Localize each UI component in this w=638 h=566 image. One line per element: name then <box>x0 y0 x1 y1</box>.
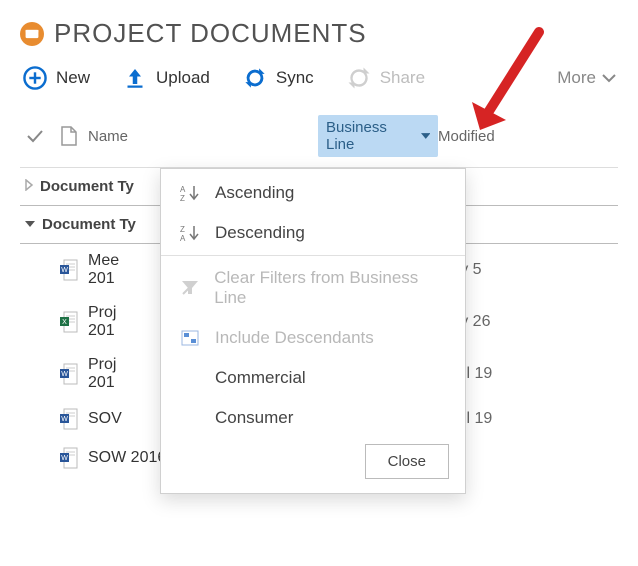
excel-icon: X <box>50 311 88 333</box>
caret-down-icon <box>24 216 36 233</box>
chevron-down-icon <box>421 132 430 140</box>
file-name2: 201 <box>88 322 115 339</box>
library-icon <box>20 22 44 46</box>
share-label: Share <box>380 68 425 88</box>
svg-text:Z: Z <box>180 194 185 202</box>
file-name: SOV <box>88 410 122 427</box>
select-all-check[interactable] <box>20 129 50 143</box>
svg-text:W: W <box>61 416 68 423</box>
chevron-down-icon <box>602 68 616 88</box>
sort-ascending-label: Ascending <box>215 183 294 203</box>
plus-icon <box>22 65 48 91</box>
new-label: New <box>56 68 90 88</box>
svg-text:W: W <box>61 267 68 274</box>
include-descendants-label: Include Descendants <box>215 328 374 348</box>
svg-text:W: W <box>61 371 68 378</box>
svg-text:X: X <box>62 319 67 326</box>
file-name: Proj <box>88 304 116 321</box>
sort-descending-label: Descending <box>215 223 305 243</box>
toolbar: New Upload Sync Share More <box>20 61 618 109</box>
sort-descending-item[interactable]: ZA Descending <box>161 213 465 253</box>
column-business-line[interactable]: Business Line <box>318 115 438 157</box>
hierarchy-icon <box>179 330 201 346</box>
file-type-header[interactable] <box>50 126 88 146</box>
sort-asc-icon: AZ <box>179 184 201 202</box>
column-business-line-label: Business Line <box>326 119 415 153</box>
column-header-row: Name Business Line Modified <box>20 109 618 168</box>
group-label: Document Ty <box>40 178 134 195</box>
new-button[interactable]: New <box>22 65 90 91</box>
upload-label: Upload <box>156 68 210 88</box>
filter-option-consumer[interactable]: Consumer <box>161 398 465 438</box>
column-name[interactable]: Name <box>88 128 318 145</box>
sort-desc-icon: ZA <box>179 224 201 242</box>
group-label: Document Ty <box>42 216 136 233</box>
svg-text:Z: Z <box>180 225 185 234</box>
sync-icon <box>242 65 268 91</box>
menu-separator <box>161 255 465 256</box>
page-title: PROJECT DOCUMENTS <box>54 18 367 49</box>
more-label: More <box>557 68 596 88</box>
file-name2: 201 <box>88 270 115 287</box>
upload-icon <box>122 65 148 91</box>
page-header: PROJECT DOCUMENTS <box>20 18 618 49</box>
sync-button[interactable]: Sync <box>242 65 314 91</box>
more-button[interactable]: More <box>557 68 616 88</box>
close-button[interactable]: Close <box>365 444 449 479</box>
word-icon: W <box>50 408 88 430</box>
filter-option-commercial[interactable]: Commercial <box>161 358 465 398</box>
sort-ascending-item[interactable]: AZ Ascending <box>161 173 465 213</box>
clear-filters-label: Clear Filters from Business Line <box>214 268 447 308</box>
file-name2: 201 <box>88 374 115 391</box>
filter-option-label: Consumer <box>215 408 293 428</box>
filter-option-label: Commercial <box>215 368 306 388</box>
column-modified[interactable]: Modified <box>438 128 618 145</box>
clear-filters-item: Clear Filters from Business Line <box>161 258 465 318</box>
word-icon: W <box>50 447 88 469</box>
svg-text:W: W <box>61 455 68 462</box>
caret-right-icon <box>24 178 34 195</box>
word-icon: W <box>50 259 88 281</box>
upload-button[interactable]: Upload <box>122 65 210 91</box>
word-icon: W <box>50 363 88 385</box>
file-name: Mee <box>88 252 119 269</box>
sync-label: Sync <box>276 68 314 88</box>
filter-clear-icon <box>179 280 200 296</box>
column-filter-dropdown: AZ Ascending ZA Descending Clear Filters… <box>160 168 466 494</box>
share-button[interactable]: Share <box>346 65 425 91</box>
share-icon <box>346 65 372 91</box>
file-name: Proj <box>88 356 116 373</box>
svg-text:A: A <box>180 185 186 194</box>
include-descendants-item: Include Descendants <box>161 318 465 358</box>
svg-text:A: A <box>180 234 186 242</box>
